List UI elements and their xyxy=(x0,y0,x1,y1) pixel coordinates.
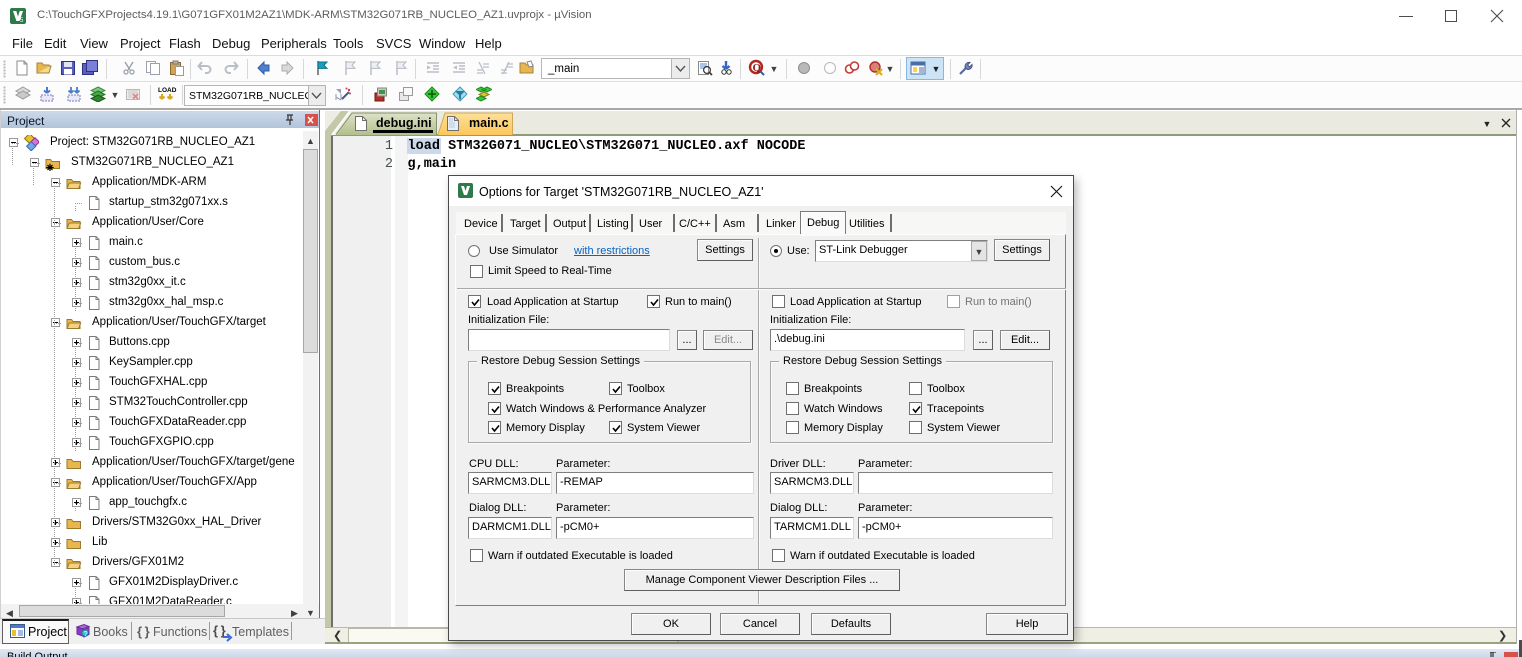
svg-text:LOAD: LOAD xyxy=(158,87,177,94)
svg-text:?: ? xyxy=(84,631,88,638)
